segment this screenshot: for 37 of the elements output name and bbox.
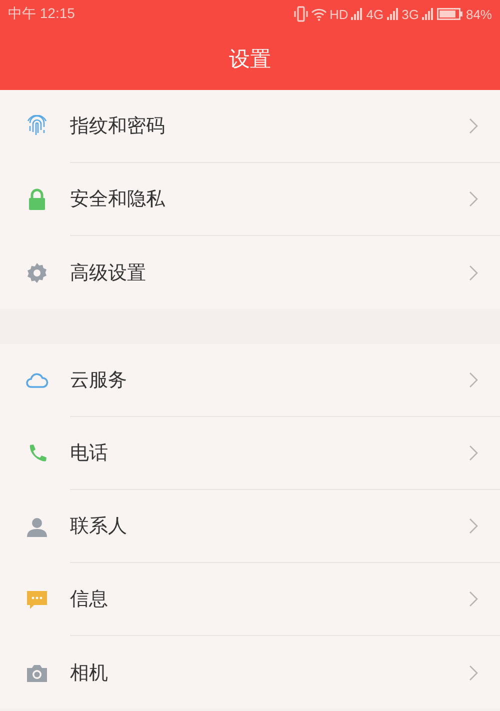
vibrate-icon: [294, 6, 308, 22]
settings-row[interactable]: 联系人: [0, 490, 500, 563]
settings-row[interactable]: 高级设置: [0, 236, 500, 309]
chevron-icon: [469, 664, 478, 680]
wifi-icon: [310, 8, 326, 20]
network-label: 4G: [366, 6, 384, 22]
chevron-icon: [469, 118, 478, 134]
signal-icon: [422, 8, 434, 20]
signal-icon: [386, 8, 399, 20]
network-label: HD: [330, 6, 348, 22]
settings-row[interactable]: 电话: [0, 417, 500, 490]
row-label: 信息: [70, 587, 108, 612]
settings-row[interactable]: 指纹和密码: [0, 90, 500, 163]
row-label: 联系人: [70, 514, 127, 539]
network-label: 3G: [402, 6, 419, 22]
chevron-icon: [469, 445, 478, 461]
settings-row[interactable]: 信息: [0, 563, 500, 636]
chevron-icon: [469, 518, 478, 534]
settings-row[interactable]: 云服务: [0, 344, 500, 417]
battery-percent: 84%: [466, 6, 492, 22]
row-label: 安全和隐私: [70, 187, 165, 212]
settings-row[interactable]: 相机: [0, 636, 500, 709]
settings-row[interactable]: 安全和隐私: [0, 163, 500, 236]
chevron-icon: [469, 591, 478, 607]
chevron-icon: [469, 191, 478, 207]
row-label: 指纹和密码: [70, 114, 165, 139]
row-label: 相机: [70, 660, 108, 686]
signal-icon: [351, 8, 364, 20]
row-label: 电话: [70, 441, 108, 466]
settings-icon: [25, 260, 49, 284]
chevron-icon: [469, 372, 478, 388]
chevron-icon: [469, 264, 478, 280]
battery-icon: [436, 8, 463, 20]
row-label: 高级设置: [70, 260, 146, 286]
status-time: 中午 12:15: [8, 5, 75, 23]
row-label: 云服务: [70, 368, 127, 393]
page-title: 设置: [229, 46, 271, 73]
